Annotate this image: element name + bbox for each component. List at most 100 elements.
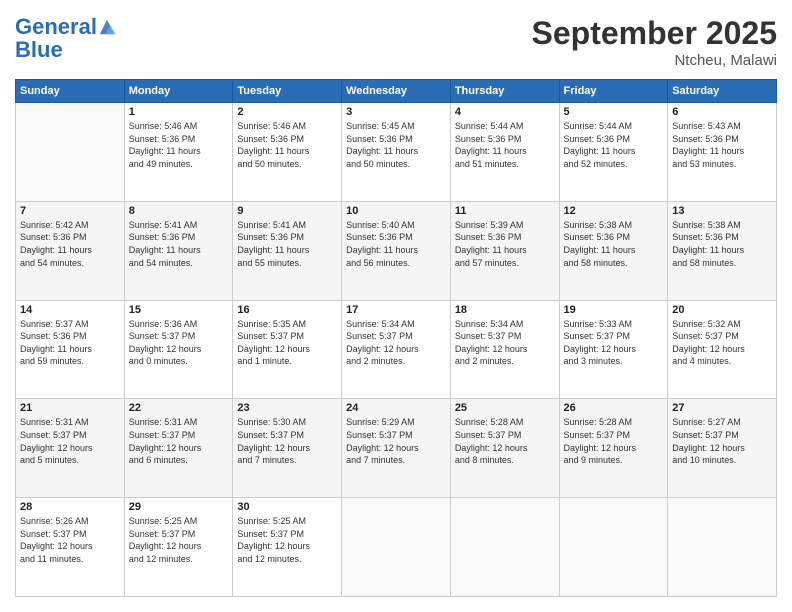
calendar-header-row: SundayMondayTuesdayWednesdayThursdayFrid… [16, 80, 777, 103]
calendar-cell: 8 Sunrise: 5:41 AM Sunset: 5:36 PM Daylig… [124, 201, 233, 300]
title-block: September 2025 Ntcheu, Malawi [532, 15, 777, 69]
day-info: Sunrise: 5:34 AM Sunset: 5:37 PM Dayligh… [346, 318, 446, 368]
day-info: Sunrise: 5:25 AM Sunset: 5:37 PM Dayligh… [129, 515, 229, 565]
calendar-cell: 20Sunrise: 5:32 AM Sunset: 5:37 PM Dayli… [668, 300, 777, 399]
logo: General Blue [15, 15, 116, 61]
calendar-cell: 6 Sunrise: 5:43 AM Sunset: 5:36 PM Daylig… [668, 103, 777, 202]
day-of-week-header: Sunday [16, 80, 125, 103]
day-info: Sunrise: 5:38 AM Sunset: 5:36 PM Dayligh… [672, 219, 772, 269]
day-number: 21 [20, 402, 120, 414]
calendar-cell: 10 Sunrise: 5:40 AM Sunset: 5:36 PM Dayli… [342, 201, 451, 300]
day-info: Sunrise: 5:39 AM Sunset: 5:36 PM Dayligh… [455, 219, 555, 269]
logo-text: General [15, 15, 97, 39]
logo-icon [98, 18, 116, 36]
day-of-week-header: Monday [124, 80, 233, 103]
calendar-cell: 12Sunrise: 5:38 AM Sunset: 5:36 PM Dayli… [559, 201, 668, 300]
day-info: Sunrise: 5:31 AM Sunset: 5:37 PM Dayligh… [20, 416, 120, 466]
day-of-week-header: Thursday [450, 80, 559, 103]
day-info: Sunrise: 5:44 AM Sunset: 5:36 PM Dayligh… [564, 120, 664, 170]
day-info: Sunrise: 5:46 AM Sunset: 5:36 PM Dayligh… [237, 120, 337, 170]
calendar-cell: 4Sunrise: 5:44 AM Sunset: 5:36 PM Daylig… [450, 103, 559, 202]
calendar-cell [450, 498, 559, 597]
day-number: 1 [129, 106, 229, 118]
day-of-week-header: Saturday [668, 80, 777, 103]
day-info: Sunrise: 5:28 AM Sunset: 5:37 PM Dayligh… [455, 416, 555, 466]
day-info: Sunrise: 5:30 AM Sunset: 5:37 PM Dayligh… [237, 416, 337, 466]
day-info: Sunrise: 5:26 AM Sunset: 5:37 PM Dayligh… [20, 515, 120, 565]
day-info: Sunrise: 5:45 AM Sunset: 5:36 PM Dayligh… [346, 120, 446, 170]
day-number: 8 [129, 205, 229, 217]
calendar-cell: 18 Sunrise: 5:34 AM Sunset: 5:37 PM Dayli… [450, 300, 559, 399]
day-number: 26 [564, 402, 664, 414]
calendar-cell: 9 Sunrise: 5:41 AM Sunset: 5:36 PM Daylig… [233, 201, 342, 300]
calendar-cell: 22 Sunrise: 5:31 AM Sunset: 5:37 PM Dayli… [124, 399, 233, 498]
day-number: 5 [564, 106, 664, 118]
logo-general: General [15, 14, 97, 39]
day-info: Sunrise: 5:41 AM Sunset: 5:36 PM Dayligh… [237, 219, 337, 269]
day-number: 19 [564, 304, 664, 316]
day-number: 11 [455, 205, 555, 217]
day-number: 3 [346, 106, 446, 118]
day-number: 25 [455, 402, 555, 414]
day-info: Sunrise: 5:36 AM Sunset: 5:37 PM Dayligh… [129, 318, 229, 368]
day-number: 4 [455, 106, 555, 118]
day-number: 13 [672, 205, 772, 217]
calendar-cell: 29Sunrise: 5:25 AM Sunset: 5:37 PM Dayli… [124, 498, 233, 597]
page: General Blue September 2025 Ntcheu, Mala… [0, 0, 792, 612]
day-info: Sunrise: 5:31 AM Sunset: 5:37 PM Dayligh… [129, 416, 229, 466]
calendar-cell: 17 Sunrise: 5:34 AM Sunset: 5:37 PM Dayli… [342, 300, 451, 399]
calendar-cell [16, 103, 125, 202]
calendar-cell: 21 Sunrise: 5:31 AM Sunset: 5:37 PM Dayli… [16, 399, 125, 498]
calendar-cell: 26 Sunrise: 5:28 AM Sunset: 5:37 PM Dayli… [559, 399, 668, 498]
day-number: 18 [455, 304, 555, 316]
calendar-cell: 11 Sunrise: 5:39 AM Sunset: 5:36 PM Dayli… [450, 201, 559, 300]
calendar-cell: 1 Sunrise: 5:46 AM Sunset: 5:36 PM Daylig… [124, 103, 233, 202]
day-info: Sunrise: 5:28 AM Sunset: 5:37 PM Dayligh… [564, 416, 664, 466]
calendar-cell: 5 Sunrise: 5:44 AM Sunset: 5:36 PM Daylig… [559, 103, 668, 202]
day-info: Sunrise: 5:38 AM Sunset: 5:36 PM Dayligh… [564, 219, 664, 269]
calendar-cell: 19Sunrise: 5:33 AM Sunset: 5:37 PM Dayli… [559, 300, 668, 399]
day-info: Sunrise: 5:40 AM Sunset: 5:36 PM Dayligh… [346, 219, 446, 269]
location: Ntcheu, Malawi [532, 52, 777, 69]
calendar-cell: 27Sunrise: 5:27 AM Sunset: 5:37 PM Dayli… [668, 399, 777, 498]
day-info: Sunrise: 5:46 AM Sunset: 5:36 PM Dayligh… [129, 120, 229, 170]
calendar-cell: 14 Sunrise: 5:37 AM Sunset: 5:36 PM Dayli… [16, 300, 125, 399]
calendar-week-row: 7 Sunrise: 5:42 AM Sunset: 5:36 PM Daylig… [16, 201, 777, 300]
calendar-week-row: 1 Sunrise: 5:46 AM Sunset: 5:36 PM Daylig… [16, 103, 777, 202]
day-number: 10 [346, 205, 446, 217]
day-info: Sunrise: 5:37 AM Sunset: 5:36 PM Dayligh… [20, 318, 120, 368]
calendar-cell: 2Sunrise: 5:46 AM Sunset: 5:36 PM Daylig… [233, 103, 342, 202]
day-info: Sunrise: 5:35 AM Sunset: 5:37 PM Dayligh… [237, 318, 337, 368]
day-info: Sunrise: 5:32 AM Sunset: 5:37 PM Dayligh… [672, 318, 772, 368]
calendar-table: SundayMondayTuesdayWednesdayThursdayFrid… [15, 79, 777, 597]
header: General Blue September 2025 Ntcheu, Mala… [15, 15, 777, 69]
day-info: Sunrise: 5:41 AM Sunset: 5:36 PM Dayligh… [129, 219, 229, 269]
day-number: 14 [20, 304, 120, 316]
calendar-cell: 15Sunrise: 5:36 AM Sunset: 5:37 PM Dayli… [124, 300, 233, 399]
calendar-cell: 3 Sunrise: 5:45 AM Sunset: 5:36 PM Daylig… [342, 103, 451, 202]
calendar-week-row: 28 Sunrise: 5:26 AM Sunset: 5:37 PM Dayli… [16, 498, 777, 597]
calendar-cell: 30Sunrise: 5:25 AM Sunset: 5:37 PM Dayli… [233, 498, 342, 597]
day-number: 17 [346, 304, 446, 316]
day-number: 23 [237, 402, 337, 414]
day-number: 7 [20, 205, 120, 217]
day-number: 9 [237, 205, 337, 217]
day-number: 30 [237, 501, 337, 513]
logo-blue: Blue [15, 39, 116, 61]
day-number: 28 [20, 501, 120, 513]
day-info: Sunrise: 5:34 AM Sunset: 5:37 PM Dayligh… [455, 318, 555, 368]
day-number: 6 [672, 106, 772, 118]
calendar-cell: 7 Sunrise: 5:42 AM Sunset: 5:36 PM Daylig… [16, 201, 125, 300]
calendar-cell: 23 Sunrise: 5:30 AM Sunset: 5:37 PM Dayli… [233, 399, 342, 498]
calendar-cell [559, 498, 668, 597]
calendar-cell [342, 498, 451, 597]
day-number: 24 [346, 402, 446, 414]
calendar-week-row: 21 Sunrise: 5:31 AM Sunset: 5:37 PM Dayli… [16, 399, 777, 498]
calendar-cell: 13 Sunrise: 5:38 AM Sunset: 5:36 PM Dayli… [668, 201, 777, 300]
day-of-week-header: Tuesday [233, 80, 342, 103]
calendar-cell [668, 498, 777, 597]
day-info: Sunrise: 5:43 AM Sunset: 5:36 PM Dayligh… [672, 120, 772, 170]
calendar-cell: 25 Sunrise: 5:28 AM Sunset: 5:37 PM Dayli… [450, 399, 559, 498]
day-info: Sunrise: 5:42 AM Sunset: 5:36 PM Dayligh… [20, 219, 120, 269]
day-number: 22 [129, 402, 229, 414]
